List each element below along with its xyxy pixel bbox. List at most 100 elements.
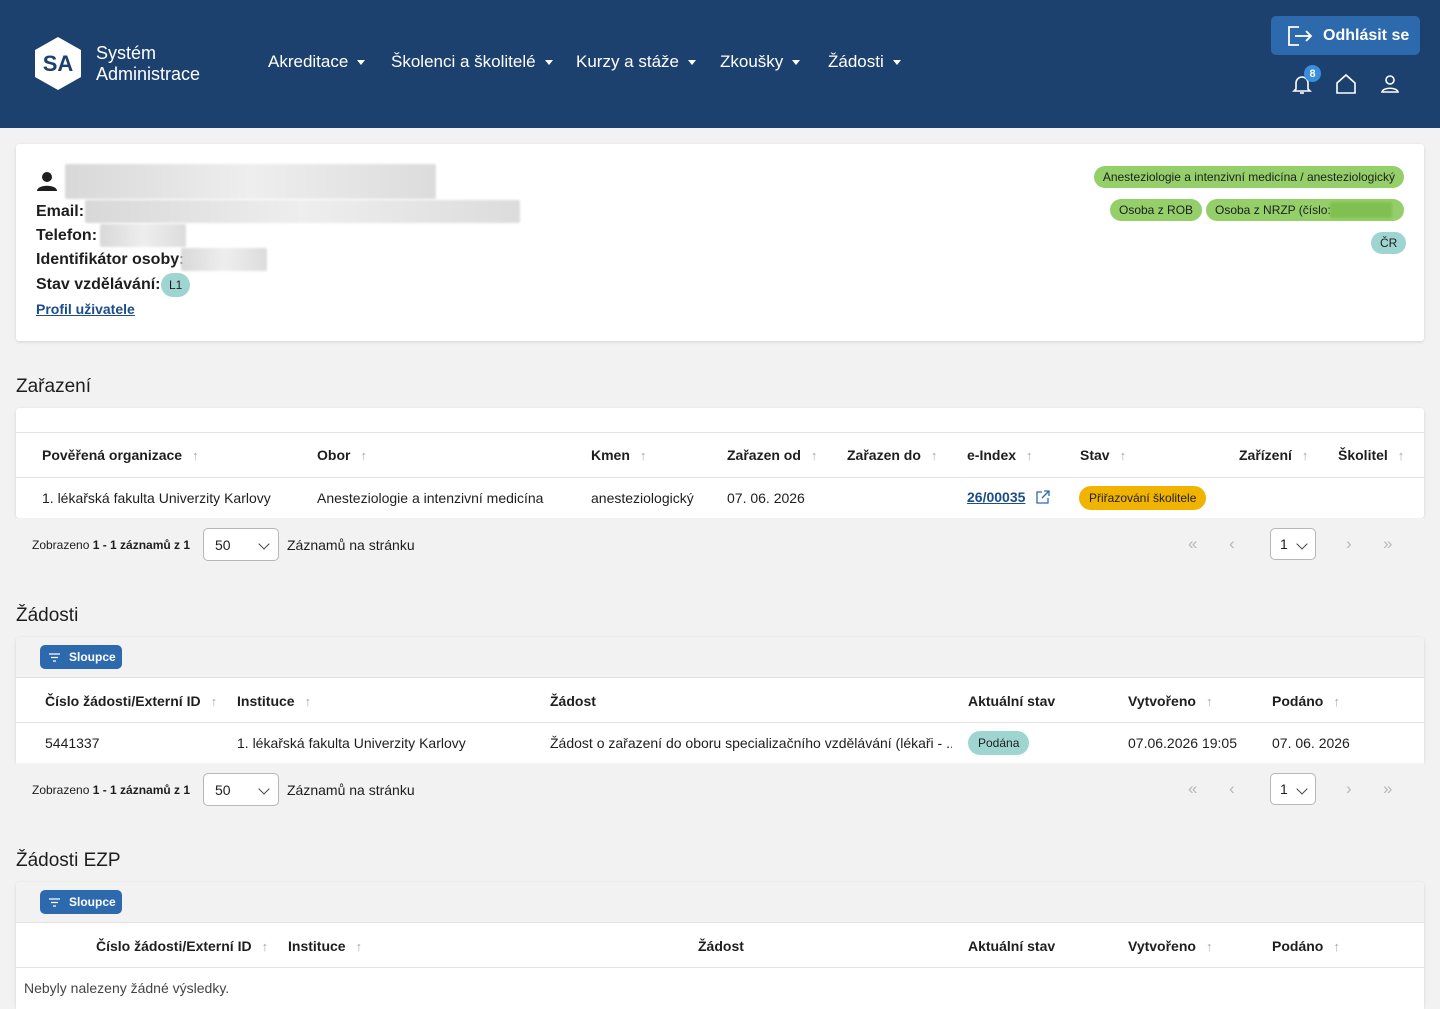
nav-akreditace[interactable]: Akreditace bbox=[268, 52, 366, 72]
sort-arrow-icon: ↑ bbox=[1119, 447, 1127, 463]
last-page-icon[interactable]: » bbox=[1383, 779, 1392, 799]
filter-icon bbox=[49, 652, 60, 662]
person-icon bbox=[37, 171, 57, 196]
zadosti-ezp-table: Sloupce Číslo žádosti/Externí ID ↑ Instit… bbox=[16, 882, 1424, 1009]
zadosti-title: Žádosti bbox=[16, 605, 79, 626]
col-vytvoreno[interactable]: Vytvořeno ↑ bbox=[1128, 693, 1212, 709]
col-label: Podáno bbox=[1272, 693, 1324, 709]
records-prefix: Zobrazeno bbox=[32, 538, 93, 552]
col-label: Číslo žádosti/Externí ID bbox=[45, 693, 201, 709]
profile-link[interactable]: Profil uživatele bbox=[36, 301, 135, 317]
cell-organizace: 1. lékařská fakulta Univerzity Karlovy bbox=[42, 490, 271, 506]
next-page-icon[interactable]: › bbox=[1346, 534, 1352, 554]
col-skolitel[interactable]: Školitel ↑ bbox=[1338, 447, 1404, 463]
first-page-icon[interactable]: « bbox=[1188, 534, 1197, 554]
col-cislo[interactable]: Číslo žádosti/Externí ID ↑ bbox=[45, 693, 217, 709]
rob-tag: Osoba z ROB bbox=[1110, 199, 1203, 221]
sort-arrow-icon: ↑ bbox=[1397, 447, 1405, 463]
page-size-value: 50 bbox=[215, 536, 231, 553]
sort-arrow-icon: ↑ bbox=[261, 938, 269, 954]
col-label: Instituce bbox=[237, 693, 295, 709]
chevron-down-icon bbox=[688, 59, 696, 65]
columns-button[interactable]: Sloupce bbox=[40, 890, 122, 914]
cell-vytvoreno: 07.06.2026 19:05 bbox=[1128, 735, 1237, 751]
page-value: 1 bbox=[1280, 781, 1288, 797]
page-select[interactable]: 1 bbox=[1270, 773, 1316, 805]
education-badge: L1 bbox=[161, 273, 191, 297]
prev-page-icon[interactable]: ‹ bbox=[1229, 534, 1235, 554]
cell-zadost: Žádost o zařazení do oboru specializační… bbox=[550, 735, 952, 751]
columns-button[interactable]: Sloupce bbox=[40, 645, 122, 669]
field-tag: Anesteziologie a intenzivní medicína / a… bbox=[1093, 166, 1404, 188]
records-range: 1 - 1 záznamů z 1 bbox=[92, 538, 191, 552]
col-kmen[interactable]: Kmen ↑ bbox=[591, 447, 646, 463]
col-zadost[interactable]: Žádost bbox=[698, 938, 744, 954]
brand-line-2: Administrace bbox=[96, 64, 201, 84]
col-aktualni-stav[interactable]: Aktuální stav bbox=[968, 693, 1055, 709]
col-instituce[interactable]: Instituce ↑ bbox=[288, 938, 362, 954]
eindex-link[interactable]: 26/00035 bbox=[967, 489, 1025, 505]
sort-arrow-icon: ↑ bbox=[1205, 938, 1213, 954]
nav-kurzy[interactable]: Kurzy a stáže bbox=[576, 52, 696, 72]
external-link-icon[interactable] bbox=[1036, 490, 1050, 509]
nrzp-label: Osoba z NRZP (číslo: bbox=[1215, 203, 1331, 217]
nav-label: Zkoušky bbox=[720, 52, 784, 71]
page-size-select[interactable]: 50 bbox=[203, 773, 279, 806]
person-id-label: Identifikátor osoby: bbox=[36, 251, 185, 268]
col-label: Zařízení bbox=[1239, 447, 1292, 463]
records-info: Zobrazeno 1 - 1 záznamů z 1 bbox=[32, 783, 190, 797]
col-stav[interactable]: Stav ↑ bbox=[1080, 447, 1126, 463]
col-cislo[interactable]: Číslo žádosti/Externí ID ↑ bbox=[96, 938, 268, 954]
chevron-down-icon bbox=[544, 59, 553, 65]
redacted-phone bbox=[100, 224, 186, 247]
top-navbar: SA Systém Administrace Akreditace Školen… bbox=[0, 0, 1440, 128]
nav-label: Akreditace bbox=[268, 52, 349, 71]
logo[interactable]: SA bbox=[34, 36, 82, 91]
sort-arrow-icon: ↑ bbox=[192, 447, 199, 463]
col-podano[interactable]: Podáno ↑ bbox=[1272, 693, 1340, 709]
logout-icon bbox=[1288, 25, 1313, 46]
col-label: Obor bbox=[317, 447, 351, 463]
logout-button[interactable]: Odhlásit se bbox=[1271, 16, 1420, 55]
col-zarazen-od[interactable]: Zařazen od ↑ bbox=[727, 447, 817, 463]
notification-badge: 8 bbox=[1304, 65, 1321, 82]
first-page-icon[interactable]: « bbox=[1188, 779, 1197, 799]
col-instituce[interactable]: Instituce ↑ bbox=[237, 693, 311, 709]
table-header bbox=[16, 677, 1424, 723]
nav-zadosti[interactable]: Žádosti bbox=[828, 52, 901, 72]
home-icon[interactable] bbox=[1334, 72, 1358, 96]
zadosti-ezp-title: Žádosti EZP bbox=[16, 850, 121, 871]
nav-skolenci[interactable]: Školenci a školitelé bbox=[391, 52, 553, 72]
page-select[interactable]: 1 bbox=[1270, 528, 1316, 560]
sort-arrow-icon: ↑ bbox=[210, 693, 218, 709]
col-label: Pověřená organizace bbox=[42, 447, 183, 463]
col-zadost[interactable]: Žádost bbox=[550, 693, 596, 709]
col-label: Stav bbox=[1080, 447, 1110, 463]
sort-arrow-icon: ↑ bbox=[355, 938, 363, 954]
page-size-select[interactable]: 50 bbox=[203, 528, 279, 561]
col-vytvoreno[interactable]: Vytvořeno ↑ bbox=[1128, 938, 1212, 954]
prev-page-icon[interactable]: ‹ bbox=[1229, 779, 1235, 799]
col-label: Zařazen do bbox=[847, 447, 921, 463]
next-page-icon[interactable]: › bbox=[1346, 779, 1352, 799]
nav-zkousky[interactable]: Zkoušky bbox=[720, 52, 801, 72]
col-obor[interactable]: Obor ↑ bbox=[317, 447, 367, 463]
zarazeni-title: Zařazení bbox=[16, 376, 91, 397]
col-zarizeni[interactable]: Zařízení ↑ bbox=[1239, 447, 1308, 463]
col-zarazen-do[interactable]: Zařazen do ↑ bbox=[847, 447, 937, 463]
last-page-icon[interactable]: » bbox=[1383, 534, 1392, 554]
col-aktualni-stav[interactable]: Aktuální stav bbox=[968, 938, 1055, 954]
page-size-value: 50 bbox=[215, 781, 231, 798]
col-label: Podáno bbox=[1272, 938, 1324, 954]
cell-obor: Anesteziologie a intenzivní medicína bbox=[317, 490, 544, 506]
logout-label: Odhlásit se bbox=[1323, 26, 1410, 44]
col-eindex[interactable]: e-Index ↑ bbox=[967, 447, 1033, 463]
col-podano[interactable]: Podáno ↑ bbox=[1272, 938, 1340, 954]
email-label: Email: bbox=[36, 203, 85, 220]
phone-label: Telefon: bbox=[36, 227, 98, 244]
user-icon[interactable] bbox=[1378, 72, 1402, 96]
person-card: Email: Telefon: Identifikátor osoby: Sta… bbox=[16, 144, 1424, 341]
brand-name[interactable]: Systém Administrace bbox=[96, 43, 200, 85]
col-organizace[interactable]: Pověřená organizace ↑ bbox=[42, 447, 199, 463]
col-label: Školitel bbox=[1338, 447, 1388, 463]
